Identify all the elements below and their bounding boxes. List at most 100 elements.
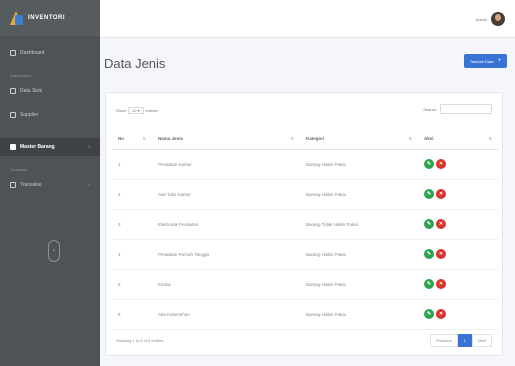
delete-button[interactable]: ✕ xyxy=(436,189,446,199)
cell-nama-jenis: Peralatan Rumah Tangga xyxy=(152,239,300,270)
column-header-label: Nama Jenis xyxy=(158,136,184,142)
delete-button[interactable]: ✕ xyxy=(436,219,446,229)
cell-aksi: ✎ ✕ xyxy=(418,299,498,330)
user-menu[interactable]: Admin xyxy=(476,12,505,26)
show-label: Show xyxy=(116,108,127,113)
column-header-aksi[interactable]: Aksi ⇅ xyxy=(418,129,498,150)
column-header-label: Aksi xyxy=(424,136,434,142)
edit-button[interactable]: ✎ xyxy=(424,279,434,289)
cell-kategori: Barang Habis Pakai xyxy=(300,269,418,300)
column-header-label: Kategori xyxy=(306,136,325,142)
sort-icon: ⇅ xyxy=(488,136,492,142)
show-entries: Show 10 ▾ entries xyxy=(116,107,158,114)
sort-icon: ⇅ xyxy=(142,136,146,142)
column-header-nama-jenis[interactable]: Nama Jenis ⇅ xyxy=(152,129,300,150)
delete-button[interactable]: ✕ xyxy=(436,279,446,289)
add-button-label: Tambah Data xyxy=(469,58,494,64)
sidebar-item-label: Supplier xyxy=(20,112,39,118)
column-header-no[interactable]: No ⇅ xyxy=(112,129,152,150)
delete-button[interactable]: ✕ xyxy=(436,249,446,259)
data-table: No ⇅ Nama Jenis ⇅ Kategori ⇅ Aksi ⇅ 1 Perala… xyxy=(112,129,498,330)
delete-button[interactable]: ✕ xyxy=(436,309,446,319)
pagination-next[interactable]: Next xyxy=(471,334,492,347)
avatar xyxy=(491,12,505,26)
sort-icon: ⇅ xyxy=(290,136,294,142)
cell-aksi: ✎ ✕ xyxy=(418,209,498,240)
sidebar-item-supplier[interactable]: Supplier xyxy=(0,106,100,124)
search: Search: xyxy=(423,104,492,114)
entries-value: 10 xyxy=(132,108,137,113)
user-name: Admin xyxy=(475,16,487,22)
sidebar-heading-data-master: Data Master xyxy=(10,72,32,78)
brand-name: INVENTORI xyxy=(28,15,66,21)
cell-aksi: ✎ ✕ xyxy=(418,149,498,180)
cell-kategori: Barang Tidak Habis Pakai xyxy=(300,209,418,240)
sidebar-item-label: Transaksi xyxy=(20,182,42,188)
cell-kategori: Barang Habis Pakai xyxy=(300,299,418,330)
sidebar-heading-transaksi: Transaksi xyxy=(10,166,28,172)
column-header-label: No xyxy=(118,136,124,142)
dashboard-icon xyxy=(10,50,16,56)
page-header: Data Jenis Tambah Data + xyxy=(100,38,515,92)
edit-button[interactable]: ✎ xyxy=(424,159,434,169)
table-row: 6 Alat Kebersihan Barang Habis Pakai ✎ ✕ xyxy=(112,299,498,330)
pagination: Previous 1 Next xyxy=(429,334,492,347)
pagination-page[interactable]: 1 xyxy=(457,334,472,347)
edit-button[interactable]: ✎ xyxy=(424,189,434,199)
cell-no: 2 xyxy=(112,179,152,210)
search-label: Search: xyxy=(423,106,437,112)
plus-icon: + xyxy=(497,58,501,64)
table-row: 2 Alat Tulis Kantor Barang Habis Pakai ✎… xyxy=(112,179,498,210)
data-card: Show 10 ▾ entries Search: No ⇅ Nama Jenis… xyxy=(105,92,503,356)
table-row: 4 Peralatan Rumah Tangga Barang Habis Pa… xyxy=(112,239,498,270)
entries-label: entries xyxy=(145,108,158,113)
add-data-button[interactable]: Tambah Data + xyxy=(463,54,507,68)
column-header-kategori[interactable]: Kategori ⇅ xyxy=(300,129,418,150)
sidebar-item-transaksi[interactable]: Transaksi › xyxy=(0,176,100,194)
cell-nama-jenis: Elektronik Peralatan xyxy=(152,209,300,240)
sidebar-item-label: Data Stok xyxy=(20,88,42,94)
table-row: 5 Kertas Barang Habis Pakai ✎ ✕ xyxy=(112,269,498,300)
chevron-right-icon: › xyxy=(88,182,90,188)
sidebar-item-label: Dashboard xyxy=(20,50,45,56)
box-icon xyxy=(10,88,16,94)
sidebar-item-data-stok[interactable]: Data Stok xyxy=(0,82,100,100)
table-row: 3 Elektronik Peralatan Barang Tidak Habi… xyxy=(112,209,498,240)
pagination-previous[interactable]: Previous xyxy=(429,334,458,347)
cell-kategori: Barang Habis Pakai xyxy=(300,239,418,270)
search-input[interactable] xyxy=(440,104,492,114)
edit-button[interactable]: ✎ xyxy=(424,309,434,319)
brand-logo-icon xyxy=(10,10,23,26)
folder-icon xyxy=(10,144,16,150)
sidebar-item-label: Master Barang xyxy=(20,144,55,150)
table-header-row: No ⇅ Nama Jenis ⇅ Kategori ⇅ Aksi ⇅ xyxy=(112,129,498,150)
cell-nama-jenis: Kertas xyxy=(152,269,300,300)
cell-kategori: Barang Habis Pakai xyxy=(300,149,418,180)
cell-no: 5 xyxy=(112,269,152,300)
table-controls: Show 10 ▾ entries Search: xyxy=(106,93,502,127)
cell-kategori: Barang Habis Pakai xyxy=(300,179,418,210)
cell-no: 4 xyxy=(112,239,152,270)
cell-no: 6 xyxy=(112,299,152,330)
cell-nama-jenis: Alat Kebersihan xyxy=(152,299,300,330)
page-title: Data Jenis xyxy=(104,56,166,71)
cell-nama-jenis: Peralatan Kantor xyxy=(152,149,300,180)
table-row: 1 Peralatan Kantor Barang Habis Pakai ✎ ✕ xyxy=(112,149,498,180)
cell-aksi: ✎ ✕ xyxy=(418,269,498,300)
chevron-right-icon: › xyxy=(88,144,90,150)
sidebar-toggle-button[interactable]: ‹ xyxy=(48,240,60,262)
edit-button[interactable]: ✎ xyxy=(424,249,434,259)
entries-select[interactable]: 10 ▾ xyxy=(128,107,144,114)
cell-nama-jenis: Alat Tulis Kantor xyxy=(152,179,300,210)
cell-no: 3 xyxy=(112,209,152,240)
table-footer: Showing 1 to 6 of 6 entries Previous 1 N… xyxy=(106,327,502,355)
cell-no: 1 xyxy=(112,149,152,180)
sidebar-item-master-barang[interactable]: Master Barang › xyxy=(0,138,100,156)
table-info: Showing 1 to 6 of 6 entries xyxy=(116,338,164,343)
sidebar-item-dashboard[interactable]: Dashboard xyxy=(0,44,100,62)
edit-button[interactable]: ✎ xyxy=(424,219,434,229)
exchange-icon xyxy=(10,182,16,188)
delete-button[interactable]: ✕ xyxy=(436,159,446,169)
cell-aksi: ✎ ✕ xyxy=(418,239,498,270)
brand[interactable]: INVENTORI xyxy=(0,0,100,36)
